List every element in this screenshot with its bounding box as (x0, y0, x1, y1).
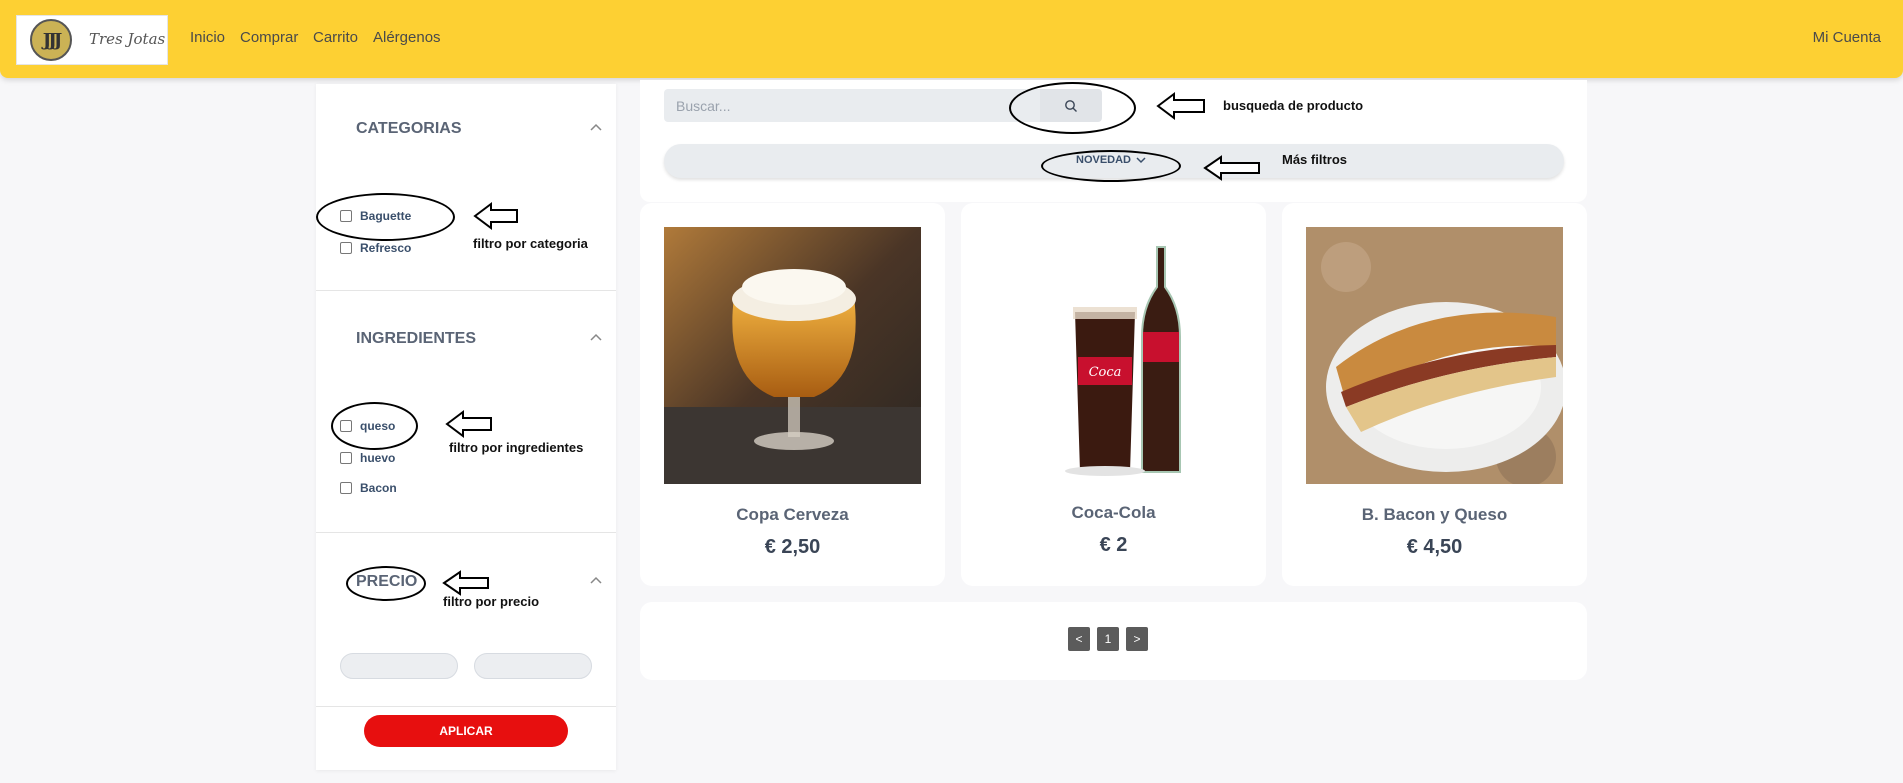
arrow-left-icon (1203, 155, 1260, 181)
annotation-ellipse-ingredients (331, 402, 418, 450)
product-image-coca-cola[interactable]: Coca (985, 227, 1242, 484)
logo-emblem: JJJ (30, 19, 72, 61)
divider (316, 532, 616, 533)
chevron-up-icon[interactable] (588, 122, 604, 132)
prev-page-button[interactable]: < (1068, 627, 1090, 651)
annotation-ellipse-category (316, 193, 455, 241)
brand-logo[interactable]: JJJ Tres Jotas (16, 15, 168, 65)
ingredients-title: INGREDIENTES (356, 330, 477, 347)
chevron-up-icon[interactable] (588, 575, 604, 585)
category-option-refresco[interactable]: Refresco (340, 241, 411, 255)
arrow-left-icon (1156, 92, 1205, 120)
ingredient-option-huevo[interactable]: huevo (340, 451, 395, 465)
arrow-left-icon (473, 202, 518, 230)
divider (316, 290, 616, 291)
svg-text:Coca: Coca (1089, 365, 1122, 380)
nav-inicio[interactable]: Inicio (190, 29, 225, 46)
product-name[interactable]: Coca-Cola (961, 503, 1266, 523)
nav-comprar[interactable]: Comprar (240, 29, 298, 46)
page-number-button[interactable]: 1 (1097, 627, 1119, 651)
price-min-input[interactable] (340, 653, 458, 679)
ingredient-option-bacon[interactable]: Bacon (340, 481, 397, 495)
logo-mark: JJJ (42, 29, 63, 51)
annotation-ellipse-filter (1041, 150, 1181, 182)
checkbox[interactable] (340, 482, 352, 494)
arrow-left-icon (442, 570, 489, 596)
nav-alergenos[interactable]: Alérgenos (373, 29, 441, 46)
ingredient-label: Bacon (360, 481, 397, 495)
annotation-ingredients: filtro por ingredientes (449, 440, 584, 455)
product-image-beer[interactable] (664, 227, 921, 484)
checkbox[interactable] (340, 242, 352, 254)
product-name[interactable]: B. Bacon y Queso (1282, 505, 1587, 525)
annotation-filters: Más filtros (1282, 152, 1348, 167)
price-max-input[interactable] (474, 653, 592, 679)
logo-text: Tres Jotas (89, 30, 166, 48)
account-link[interactable]: Mi Cuenta (1813, 29, 1881, 46)
product-price: € 2 (1099, 534, 1128, 556)
annotation-ellipse-search (1009, 82, 1136, 134)
category-label: Refresco (360, 241, 412, 255)
ingredient-label: huevo (360, 451, 396, 465)
annotation-ellipse-price (346, 566, 426, 601)
product-price: € 4,50 (1406, 536, 1463, 558)
chevron-up-icon[interactable] (588, 332, 604, 342)
product-card[interactable]: Coca Coca-Cola € 2 (961, 203, 1266, 586)
annotation-price: filtro por precio (443, 594, 540, 609)
product-price: € 2,50 (764, 536, 821, 558)
next-page-button[interactable]: > (1126, 627, 1148, 651)
product-name[interactable]: Copa Cerveza (640, 505, 945, 525)
divider (316, 706, 616, 707)
top-navbar: JJJ Tres Jotas Inicio Comprar Carrito Al… (0, 0, 1903, 78)
search-input[interactable] (664, 89, 1040, 122)
pagination-panel: < 1 > (640, 602, 1587, 680)
product-image-baguette[interactable] (1306, 227, 1563, 484)
product-card[interactable]: Copa Cerveza € 2,50 (640, 203, 945, 586)
nav-carrito[interactable]: Carrito (313, 29, 358, 46)
apply-filters-button[interactable]: APLICAR (364, 715, 568, 747)
categories-title: CATEGORIAS (356, 120, 462, 137)
annotation-search: busqueda de producto (1223, 98, 1364, 113)
checkbox[interactable] (340, 452, 352, 464)
product-card[interactable]: B. Bacon y Queso € 4,50 (1282, 203, 1587, 586)
annotation-category: filtro por categoria (473, 236, 588, 251)
arrow-left-icon (445, 410, 492, 438)
